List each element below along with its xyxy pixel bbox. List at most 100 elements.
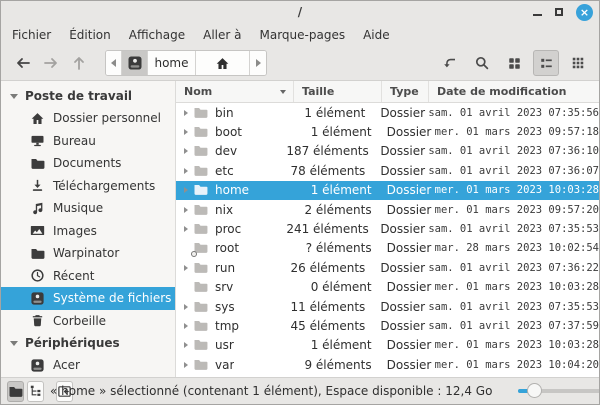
toolbar: home	[1, 46, 599, 81]
file-name-cell: nix	[176, 200, 293, 219]
sidebar-item[interactable]: Dossier personnel	[1, 107, 175, 130]
file-date: mer. 01 mars 2023 10:03:28	[428, 339, 599, 351]
list-view-button[interactable]	[533, 50, 559, 76]
folder-icon	[193, 124, 209, 140]
filesystem-disk-icon	[127, 55, 143, 71]
row-expander-icon[interactable]	[180, 187, 191, 193]
no-access-emblem-icon	[191, 251, 197, 257]
path-scroll-left-button[interactable]	[106, 51, 122, 75]
compact-view-icon	[571, 56, 585, 70]
path-user-button[interactable]	[196, 51, 250, 75]
table-row[interactable]: proc241 élémentsDossiersam. 01 avril 202…	[176, 219, 599, 238]
sidebar-item-label: Récent	[53, 269, 94, 283]
home-icon	[29, 110, 45, 126]
sidebar-section-header[interactable]: Périphériques	[1, 332, 175, 354]
sidebar-item[interactable]: Corbeille	[1, 310, 175, 333]
folder-icon	[193, 221, 209, 237]
table-row[interactable]: srv0 élémentDossiermer. 01 mars 2023 10:…	[176, 278, 599, 297]
tree-view-icon	[28, 384, 43, 399]
menu-item[interactable]: Aller à	[194, 25, 250, 45]
file-name: run	[215, 261, 235, 275]
folder-icon	[193, 318, 209, 334]
folder-icon	[193, 163, 209, 179]
icon-view-button[interactable]	[501, 50, 527, 76]
menu-item[interactable]: Aide	[354, 25, 399, 45]
file-name: boot	[215, 125, 242, 139]
table-row[interactable]: tmp45 élémentsDossiersam. 01 avril 2023 …	[176, 316, 599, 335]
sidebar-section-header[interactable]: Poste de travail	[1, 85, 175, 107]
compact-view-button[interactable]	[565, 50, 591, 76]
table-row[interactable]: usr1 élémentDossiermer. 01 mars 2023 10:…	[176, 336, 599, 355]
row-expander-icon[interactable]	[180, 265, 191, 271]
show-places-button[interactable]	[7, 381, 24, 402]
sidebar-item[interactable]: Système de fichiers	[1, 287, 175, 310]
row-expander-icon[interactable]	[180, 207, 191, 213]
row-expander-icon[interactable]	[180, 148, 191, 154]
sidebar-item-label: Corbeille	[53, 314, 106, 328]
table-row[interactable]: etc78 élémentsDossiersam. 01 avril 2023 …	[176, 161, 599, 180]
sidebar-item[interactable]: Récent	[1, 265, 175, 288]
folder-icon	[29, 245, 45, 261]
file-date: mer. 01 mars 2023 09:57:18	[428, 126, 599, 138]
forward-button[interactable]	[37, 50, 65, 76]
sidebar-item[interactable]: Images	[1, 220, 175, 243]
menu-item[interactable]: Marque-pages	[251, 25, 355, 45]
row-expander-icon[interactable]	[180, 168, 191, 174]
close-button[interactable]: ×	[576, 4, 593, 21]
titlebar: / ×	[1, 1, 599, 23]
path-scroll-right-button[interactable]	[250, 51, 266, 75]
sort-indicator-icon	[280, 90, 286, 94]
sidebar-item[interactable]: Warpinator	[1, 242, 175, 265]
file-size: 241 éléments	[286, 222, 374, 236]
file-name: srv	[215, 280, 233, 294]
column-header-type[interactable]: Type	[382, 81, 429, 102]
folder-icon	[193, 202, 209, 218]
path-home-button[interactable]: home	[148, 51, 196, 75]
up-button[interactable]	[65, 50, 93, 76]
row-expander-icon[interactable]	[180, 304, 191, 310]
table-row[interactable]: run26 élémentsDossiersam. 01 avril 2023 …	[176, 258, 599, 277]
table-row[interactable]: nix2 élémentsDossiermer. 01 mars 2023 09…	[176, 200, 599, 219]
column-header-date[interactable]: Date de modification	[429, 81, 599, 102]
file-name-cell: srv	[176, 278, 293, 297]
file-name: bin	[215, 106, 234, 120]
row-expander-icon[interactable]	[180, 362, 191, 368]
column-header-name[interactable]: Nom	[176, 81, 294, 102]
sidebar-item[interactable]: Bureau	[1, 130, 175, 153]
row-expander-icon[interactable]	[180, 129, 191, 135]
row-expander-icon[interactable]	[180, 342, 191, 348]
search-button[interactable]	[469, 50, 495, 76]
file-type: Dossier	[381, 125, 428, 139]
sidebar-item[interactable]: Musique	[1, 197, 175, 220]
row-expander-icon[interactable]	[180, 110, 191, 116]
menu-item[interactable]: Affichage	[120, 25, 194, 45]
table-row[interactable]: var9 élémentsDossiermer. 01 mars 2023 10…	[176, 355, 599, 374]
column-header-size[interactable]: Taille	[294, 81, 382, 102]
file-name-cell: etc	[176, 161, 289, 180]
table-row[interactable]: home1 élémentDossiermer. 01 mars 2023 10…	[176, 181, 599, 200]
search-icon	[474, 55, 490, 71]
table-row[interactable]: root? élémentsDossiermar. 28 mars 2023 1…	[176, 239, 599, 258]
file-name-cell: proc	[176, 219, 286, 238]
table-row[interactable]: boot1 élémentDossiermer. 01 mars 2023 09…	[176, 122, 599, 141]
row-expander-icon[interactable]	[180, 226, 191, 232]
zoom-slider-handle[interactable]	[527, 383, 542, 398]
toggle-location-entry-button[interactable]	[437, 50, 463, 76]
sidebar-item[interactable]: Documents	[1, 152, 175, 175]
table-row[interactable]: bin1 élémentDossiersam. 01 avril 2023 07…	[176, 103, 599, 122]
file-name-cell: var	[176, 355, 293, 374]
image-icon	[29, 223, 45, 239]
minimize-button[interactable]	[533, 14, 542, 16]
table-row[interactable]: dev187 élémentsDossiersam. 01 avril 2023…	[176, 142, 599, 161]
path-root-button[interactable]	[122, 51, 148, 75]
zoom-slider[interactable]	[518, 389, 600, 393]
menu-item[interactable]: Édition	[60, 25, 120, 45]
menu-item[interactable]: Fichier	[3, 25, 60, 45]
back-button[interactable]	[9, 50, 37, 76]
sidebar-item[interactable]: Acer	[1, 354, 175, 377]
row-expander-icon[interactable]	[180, 323, 191, 329]
sidebar-item[interactable]: Téléchargements	[1, 175, 175, 198]
show-treeview-button[interactable]	[27, 381, 44, 402]
table-row[interactable]: sys11 élémentsDossiersam. 01 avril 2023 …	[176, 297, 599, 316]
maximize-button[interactable]	[555, 8, 563, 16]
